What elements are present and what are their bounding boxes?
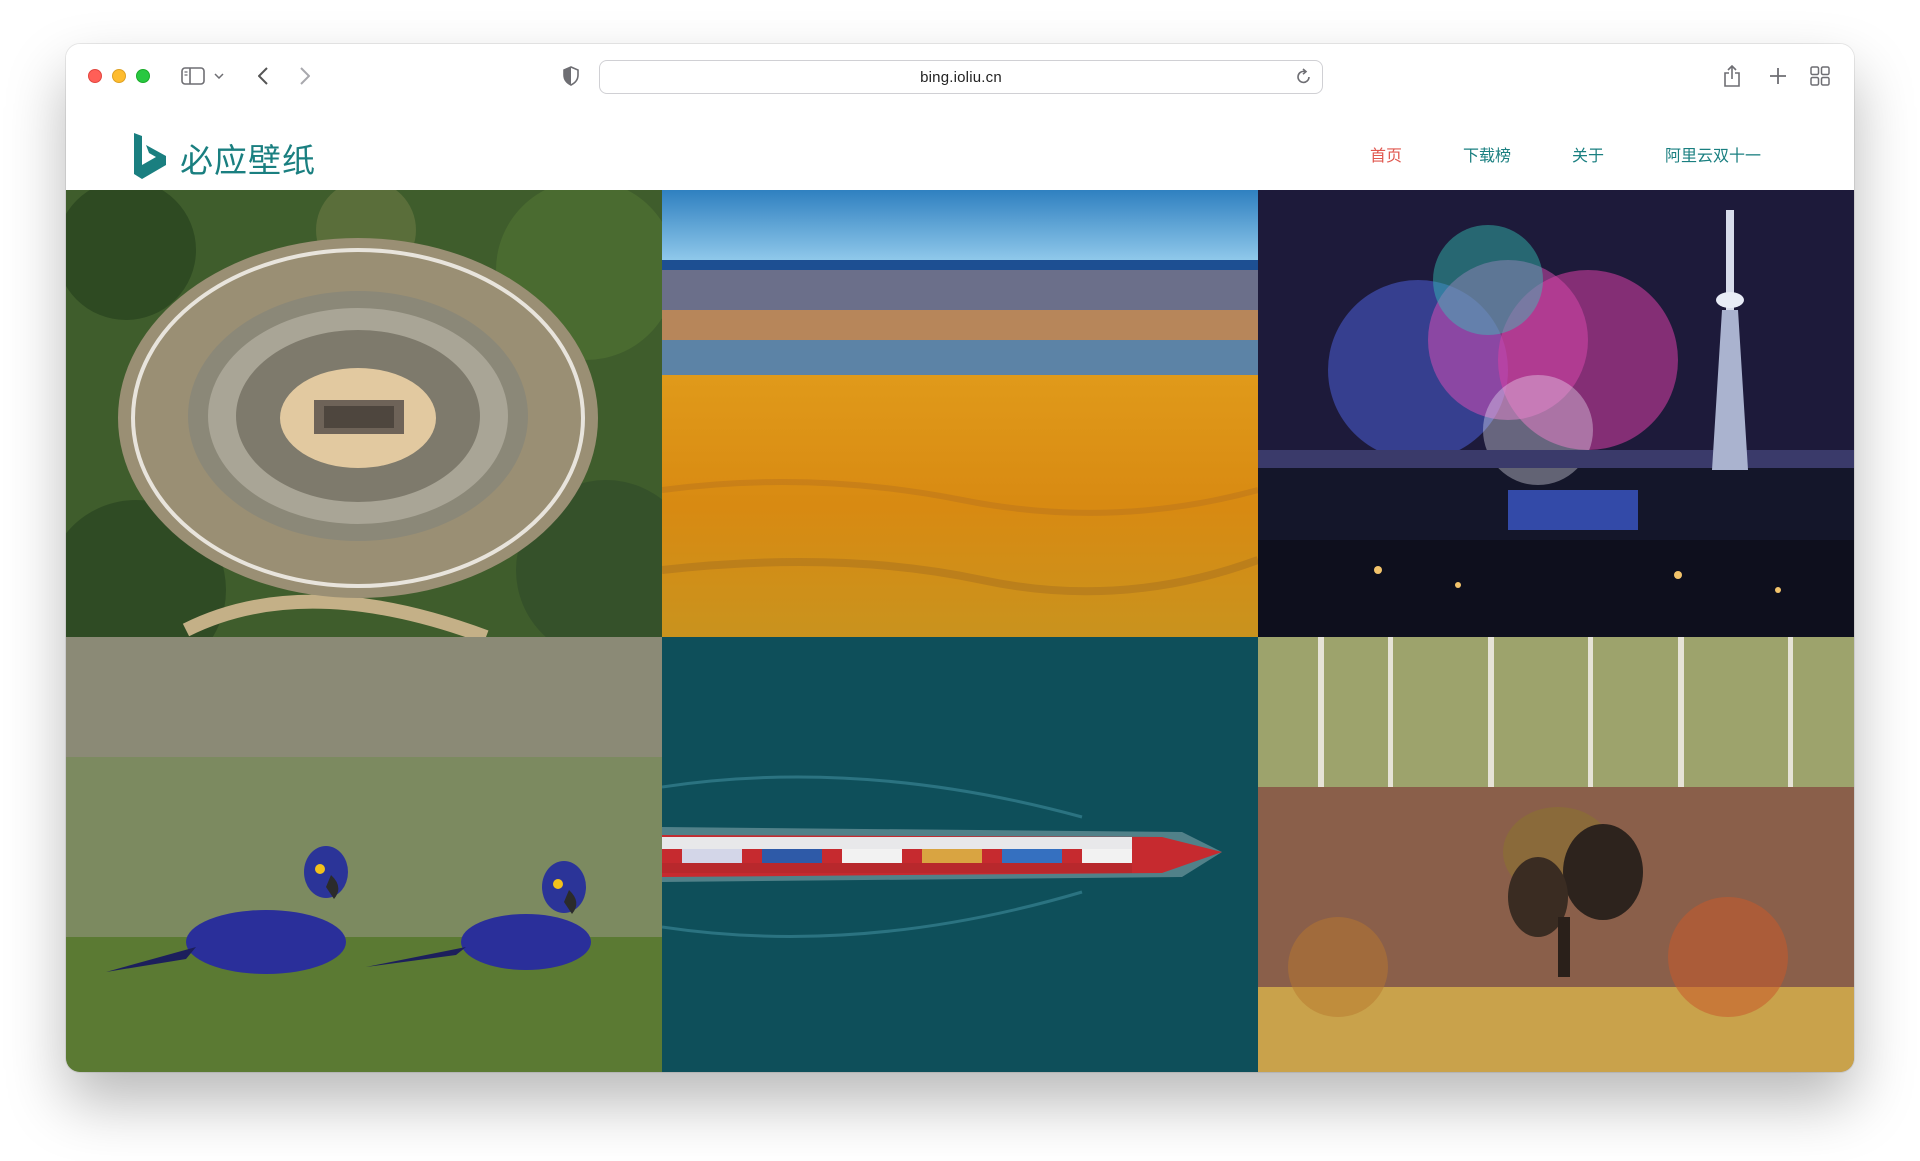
sidebar-icon[interactable] xyxy=(180,62,206,90)
browser-window: bing.ioliu.cn 必应壁纸 首页 下载榜 关于 阿里云双十一 xyxy=(66,44,1854,1072)
main-nav: 首页 下载榜 关于 阿里云双十一 xyxy=(66,142,1854,166)
forward-icon[interactable] xyxy=(294,62,316,90)
chevron-down-icon[interactable] xyxy=(212,62,226,90)
back-icon[interactable] xyxy=(252,62,274,90)
wallpaper-aerial-amphitheatre[interactable] xyxy=(66,190,662,637)
tab-overview-icon[interactable] xyxy=(1808,62,1832,90)
nav-aliyun-promo[interactable]: 阿里云双十一 xyxy=(1665,142,1761,166)
minimize-window-button[interactable] xyxy=(112,69,126,83)
nav-home[interactable]: 首页 xyxy=(1370,142,1402,166)
wallpaper-desert-ocean[interactable] xyxy=(662,190,1258,637)
nav-downloads-ranking[interactable]: 下载榜 xyxy=(1463,142,1511,166)
wallpaper-hyacinth-macaws[interactable] xyxy=(66,637,662,1072)
wallpaper-gallery xyxy=(66,190,1854,1072)
wallpaper-container-ship[interactable] xyxy=(662,637,1258,1072)
privacy-shield-icon[interactable] xyxy=(560,62,582,90)
reload-icon[interactable] xyxy=(1296,68,1312,90)
nav-about[interactable]: 关于 xyxy=(1572,142,1604,166)
new-tab-icon[interactable] xyxy=(1766,62,1790,90)
wallpaper-bison-forest[interactable] xyxy=(1258,637,1854,1072)
wallpaper-fireworks-tower[interactable] xyxy=(1258,190,1854,637)
browser-toolbar: bing.ioliu.cn xyxy=(66,44,1854,108)
share-icon[interactable] xyxy=(1720,62,1744,90)
zoom-window-button[interactable] xyxy=(136,69,150,83)
url-text: bing.ioliu.cn xyxy=(920,68,1002,86)
address-bar[interactable]: bing.ioliu.cn xyxy=(599,60,1323,94)
close-window-button[interactable] xyxy=(88,69,102,83)
